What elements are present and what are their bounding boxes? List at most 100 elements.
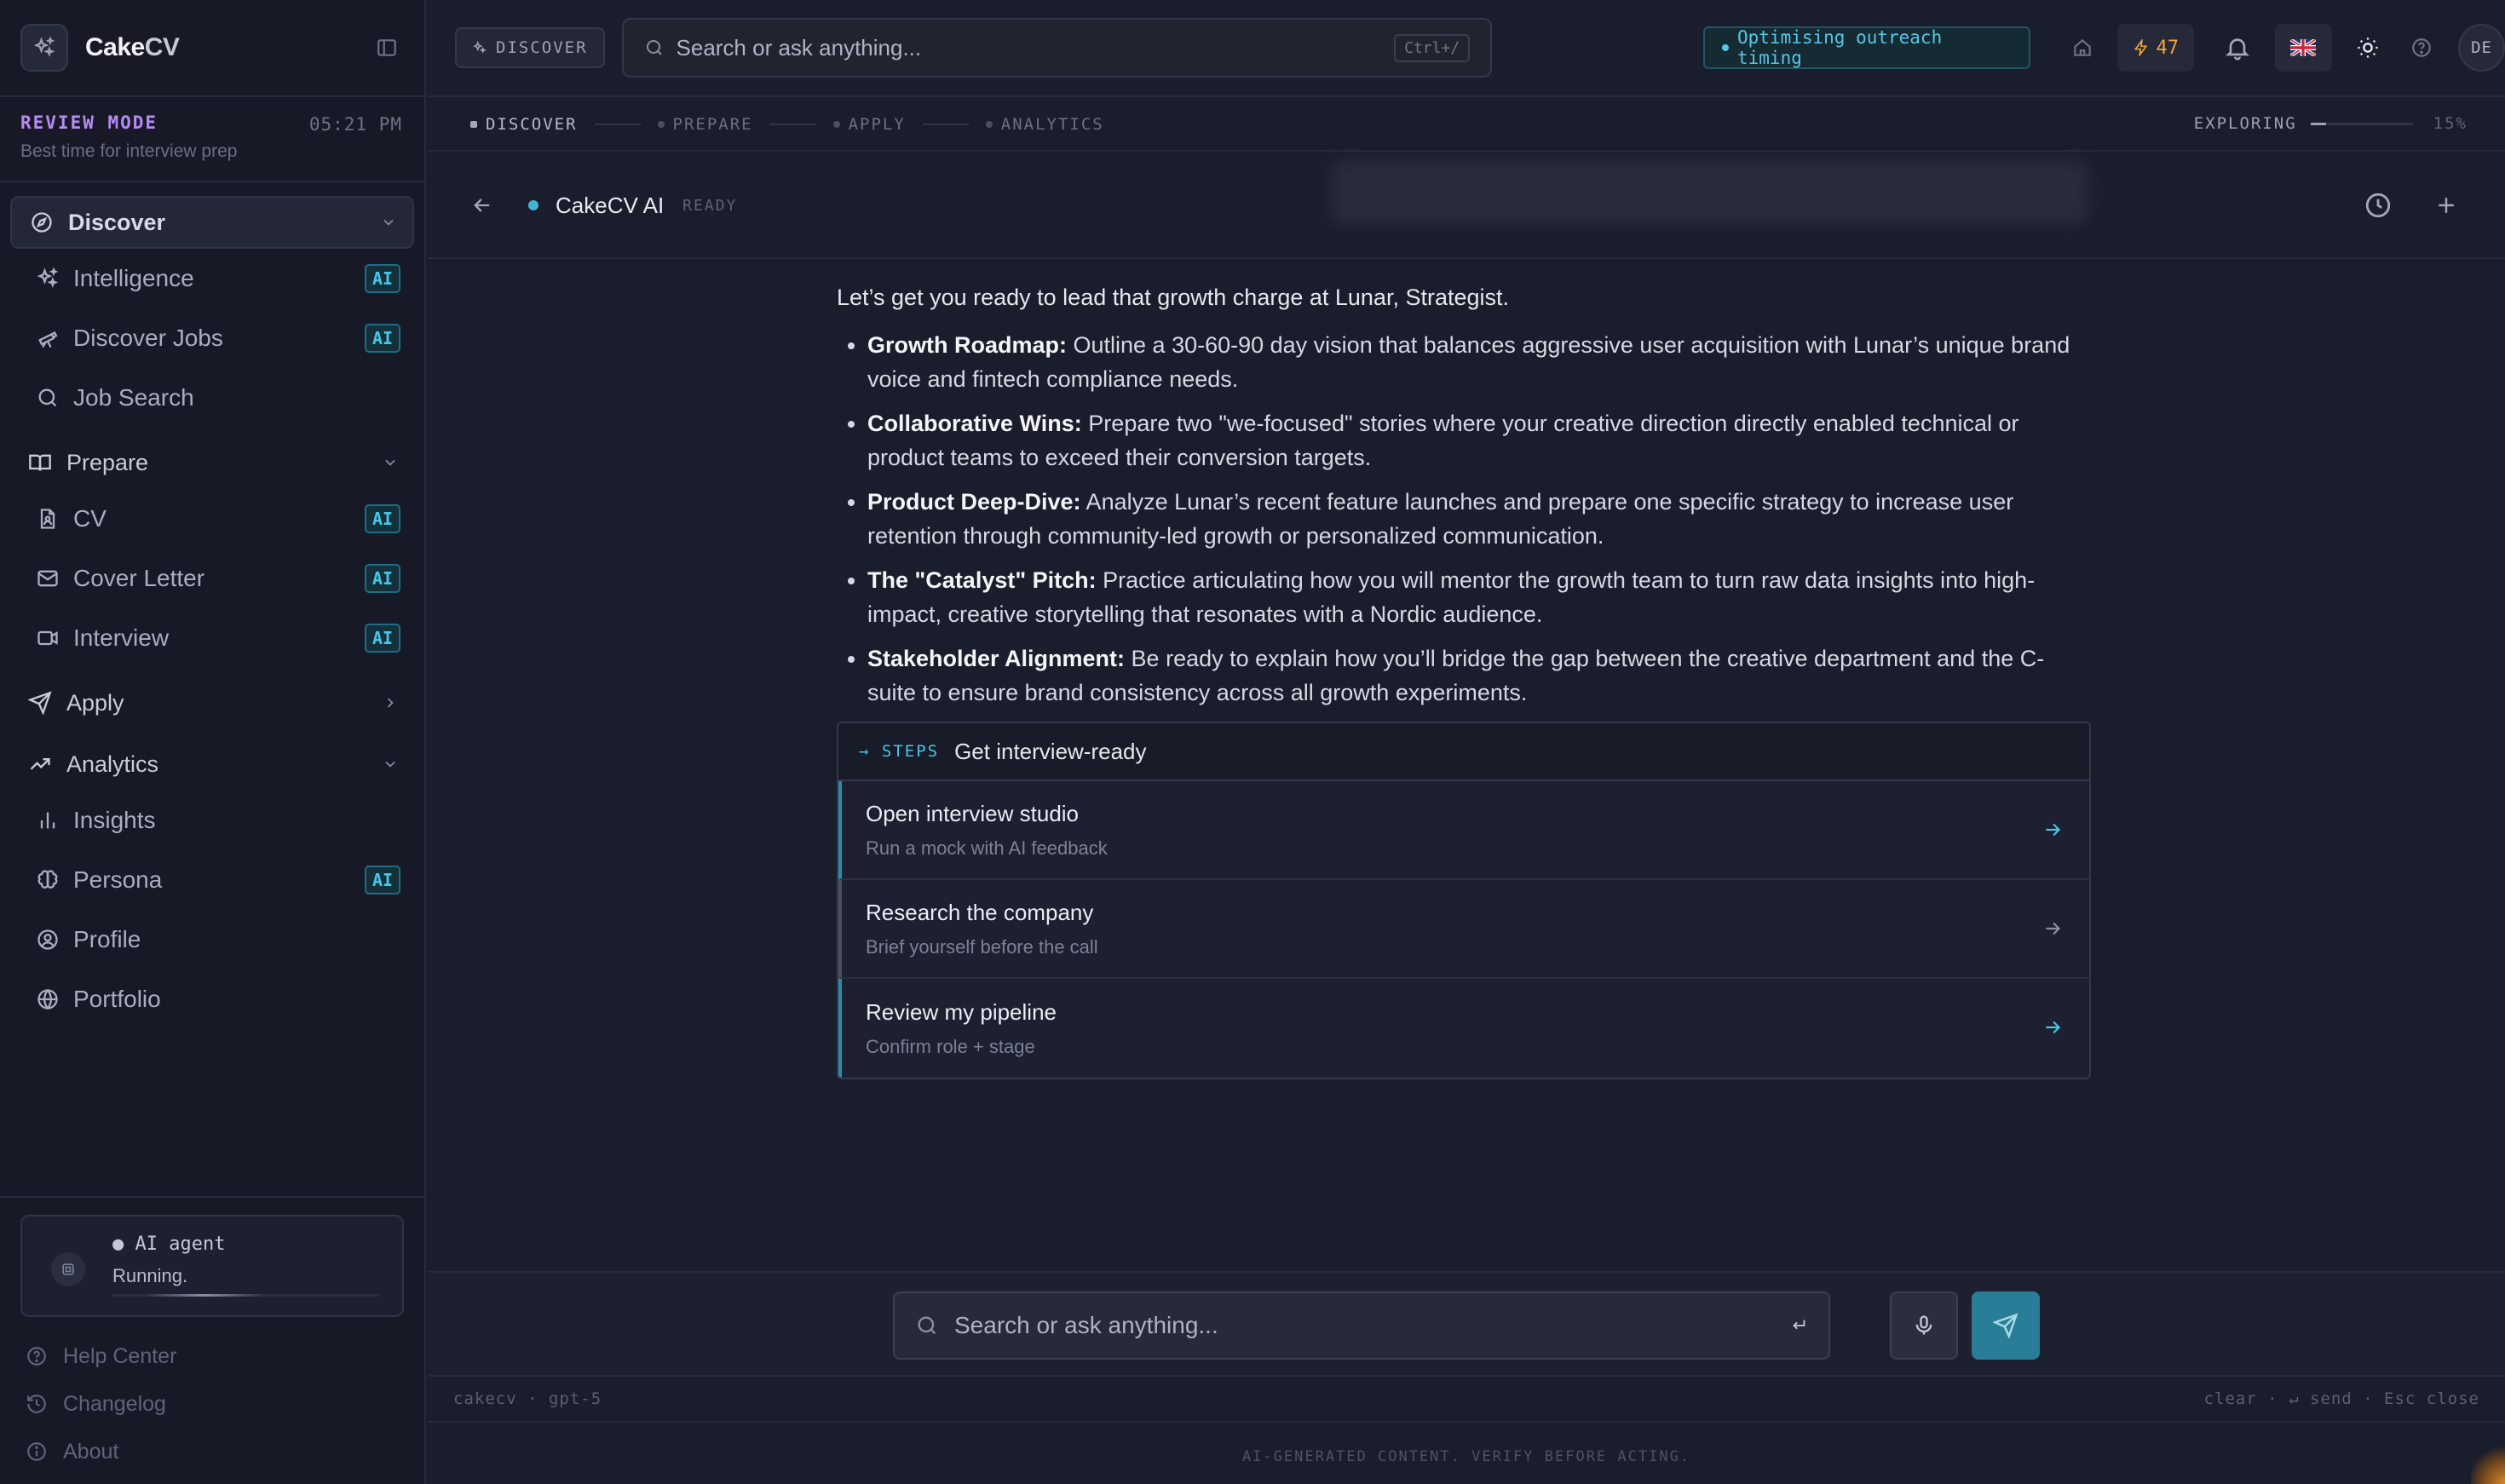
avatar[interactable]: DE bbox=[2458, 24, 2505, 72]
uk-flag-icon[interactable] bbox=[2275, 24, 2332, 72]
nav-group-analytics[interactable]: Analytics bbox=[10, 738, 414, 791]
composer: Search or ask anything... bbox=[428, 1271, 2505, 1375]
ai-badge: AI bbox=[365, 624, 400, 653]
help-center-link[interactable]: Help Center bbox=[0, 1332, 424, 1380]
nav-group-label: Discover bbox=[68, 209, 166, 235]
sidebar-item-interview[interactable]: Interview AI bbox=[10, 608, 414, 668]
sun-icon[interactable] bbox=[2347, 26, 2389, 69]
ai-disclaimer: AI-GENERATED CONTENT. VERIFY BEFORE ACTI… bbox=[1241, 1448, 1691, 1465]
sidebar-item-job-search[interactable]: Job Search bbox=[10, 368, 414, 428]
sidebar-bottom: ● AI agent Running. Help Center Changelo… bbox=[0, 1196, 424, 1484]
credits-count: 47 bbox=[2156, 37, 2180, 59]
bullet-item: Stakeholder Alignment: Be ready to expla… bbox=[867, 641, 2091, 710]
step-analytics[interactable]: ANALYTICS bbox=[985, 115, 1104, 134]
shortcut-hint: Ctrl+/ bbox=[1394, 33, 1471, 62]
brand: CakeCV bbox=[0, 0, 424, 97]
discover-chip[interactable]: DISCOVER bbox=[455, 27, 605, 68]
chat-state: READY bbox=[682, 196, 738, 215]
progress-stepper: DISCOVER PREPARE APPLY ANALYTICS EXPLORI… bbox=[428, 99, 2505, 152]
sidebar-item-label: CV bbox=[73, 505, 107, 532]
sidebar-item-discover-jobs[interactable]: Discover Jobs AI bbox=[10, 308, 414, 368]
agent-status: Running. bbox=[112, 1265, 188, 1286]
ai-badge: AI bbox=[365, 564, 400, 593]
bullet-item: Growth Roadmap: Outline a 30-60-90 day v… bbox=[867, 328, 2091, 396]
send-button[interactable] bbox=[1972, 1291, 2040, 1360]
telescope-icon bbox=[34, 325, 61, 352]
mail-icon bbox=[34, 565, 61, 592]
sidebar-item-cover-letter[interactable]: Cover Letter AI bbox=[10, 549, 414, 608]
message-intro: Let’s get you ready to lead that growth … bbox=[837, 285, 1509, 310]
sidebar-item-label: Insights bbox=[73, 807, 156, 833]
bullet-item: The "Catalyst" Pitch: Practice articulat… bbox=[867, 563, 2091, 631]
sidebar-item-label: Cover Letter bbox=[73, 565, 205, 591]
step-discover[interactable]: DISCOVER bbox=[470, 115, 578, 134]
ai-agent-card[interactable]: ● AI agent Running. bbox=[20, 1215, 404, 1317]
sidebar-item-label: Interview bbox=[73, 624, 170, 651]
help-center-label: Help Center bbox=[63, 1343, 177, 1368]
brain-icon bbox=[34, 866, 61, 894]
step-title: Review my pipeline bbox=[866, 998, 1057, 1025]
sidebar-item-persona[interactable]: Persona AI bbox=[10, 850, 414, 910]
global-search-input[interactable]: Search or ask anything... Ctrl+/ bbox=[621, 18, 1493, 78]
composer-meta: cakecv · gpt-5 clear · ↵ send · Esc clos… bbox=[428, 1375, 2505, 1423]
nav-group-prepare[interactable]: Prepare bbox=[10, 436, 414, 489]
mode-subtitle: Best time for interview prep bbox=[20, 141, 238, 161]
sparkles-icon bbox=[473, 40, 487, 54]
history-icon[interactable] bbox=[2358, 186, 2398, 225]
enter-key-icon bbox=[1789, 1316, 1808, 1335]
step-open-interview-studio[interactable]: Open interview studio Run a mock with AI… bbox=[838, 781, 2089, 880]
chevron-down-icon bbox=[380, 214, 397, 231]
top-bar: DISCOVER Search or ask anything... Ctrl+… bbox=[428, 0, 2505, 97]
home-icon[interactable] bbox=[2061, 26, 2103, 69]
sidebar-item-insights[interactable]: Insights bbox=[10, 791, 414, 850]
sidebar-item-label: Portfolio bbox=[73, 986, 161, 1012]
sidebar-item-label: Job Search bbox=[73, 384, 194, 411]
search-placeholder: Search or ask anything... bbox=[676, 34, 922, 60]
ai-badge: AI bbox=[365, 264, 400, 293]
app-name: CakeCV bbox=[85, 33, 180, 61]
bell-icon[interactable] bbox=[2216, 26, 2258, 69]
steps-title: Get interview-ready bbox=[954, 738, 1147, 764]
book-open-icon bbox=[26, 448, 55, 477]
step-research-company[interactable]: Research the company Brief yourself befo… bbox=[838, 880, 2089, 979]
agent-title: ● AI agent bbox=[112, 1234, 226, 1255]
step-review-pipeline[interactable]: Review my pipeline Confirm role + stage bbox=[838, 979, 2089, 1078]
sidebar-nav: Discover Intelligence AI Discover Jobs A… bbox=[0, 182, 424, 1029]
sidebar-item-portfolio[interactable]: Portfolio bbox=[10, 969, 414, 1029]
collapse-sidebar-icon[interactable] bbox=[370, 31, 404, 65]
about-link[interactable]: About bbox=[0, 1428, 424, 1475]
help-circle-icon[interactable] bbox=[2401, 26, 2443, 69]
step-prepare[interactable]: PREPARE bbox=[657, 115, 753, 134]
credits-button[interactable]: 47 bbox=[2116, 24, 2195, 72]
exploring-progress: EXPLORING 15% bbox=[2194, 114, 2468, 133]
sidebar-item-cv[interactable]: CV AI bbox=[10, 489, 414, 549]
arrow-right-icon bbox=[2038, 1013, 2067, 1042]
microphone-button[interactable] bbox=[1890, 1291, 1958, 1360]
chat-header: CakeCV AI READY bbox=[428, 153, 2505, 259]
plus-icon[interactable] bbox=[2427, 186, 2466, 225]
sparkle-logo-icon[interactable] bbox=[20, 24, 68, 72]
keyboard-hints: clear · ↵ send · Esc close bbox=[2203, 1389, 2479, 1408]
sidebar-item-intelligence[interactable]: Intelligence AI bbox=[10, 249, 414, 308]
discover-chip-label: DISCOVER bbox=[496, 38, 588, 57]
arrow-left-icon[interactable] bbox=[465, 188, 499, 222]
mode-time: 05:21 PM bbox=[308, 114, 402, 135]
sidebar-item-label: Persona bbox=[73, 866, 163, 893]
blurred-overlay bbox=[1331, 160, 2089, 225]
changelog-link[interactable]: Changelog bbox=[0, 1380, 424, 1428]
chat-input[interactable]: Search or ask anything... bbox=[893, 1291, 1830, 1360]
chat-message: Let’s get you ready to lead that growth … bbox=[837, 259, 2091, 1079]
bar-chart-icon bbox=[34, 807, 61, 834]
message-bullets: Growth Roadmap: Outline a 30-60-90 day v… bbox=[837, 328, 2091, 710]
history-icon bbox=[24, 1391, 49, 1417]
search-icon bbox=[646, 40, 662, 55]
nav-group-apply[interactable]: Apply bbox=[10, 676, 414, 729]
search-icon bbox=[34, 384, 61, 411]
nav-group-discover[interactable]: Discover bbox=[10, 196, 414, 249]
status-text: Optimising outreach timing bbox=[1737, 27, 1943, 68]
step-apply[interactable]: APPLY bbox=[832, 115, 906, 134]
sidebar-item-profile[interactable]: Profile bbox=[10, 910, 414, 969]
nav-group-label: Apply bbox=[66, 689, 124, 716]
sidebar-item-label: Discover Jobs bbox=[73, 325, 223, 351]
steps-tag: → STEPS bbox=[859, 742, 940, 761]
